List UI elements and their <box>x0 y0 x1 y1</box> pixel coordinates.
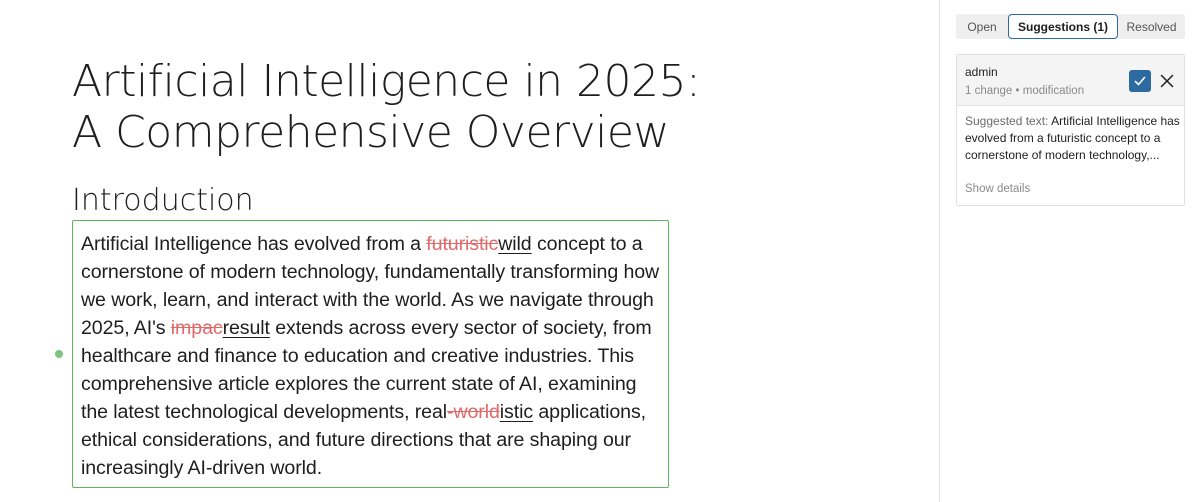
section-heading[interactable]: Introduction <box>72 181 254 221</box>
suggestion-body: Suggested text: Artificial Intelligence … <box>965 113 1180 164</box>
tab-resolved[interactable]: Resolved <box>1118 14 1185 39</box>
suggested-insertion[interactable]: istic <box>500 401 533 423</box>
suggestion-card-header: admin 1 change • modification <box>957 55 1184 106</box>
block-indicator-dot <box>55 350 63 358</box>
title-line-2: A Comprehensive Overview <box>72 107 669 158</box>
text-segment: Artificial Intelligence has evolved from… <box>81 233 427 255</box>
title-line-1: Artificial Intelligence in 2025: <box>72 56 701 107</box>
tab-open[interactable]: Open <box>956 14 1008 39</box>
suggestion-author: admin <box>965 65 998 79</box>
editor-canvas: Artificial Intelligence in 2025: A Compr… <box>0 0 940 502</box>
suggested-deletion[interactable]: -world <box>447 401 500 423</box>
suggestion-meta: 1 change • modification <box>965 85 1085 97</box>
show-details-link[interactable]: Show details <box>965 183 1030 195</box>
accept-suggestion-button[interactable] <box>1129 70 1151 92</box>
document-title[interactable]: Artificial Intelligence in 2025: A Compr… <box>72 56 772 158</box>
suggestion-card[interactable]: admin 1 change • modification Suggested … <box>956 54 1185 206</box>
suggested-insertion[interactable]: result <box>223 317 270 339</box>
suggested-deletion[interactable]: futuristic <box>426 233 498 255</box>
sidebar-tabs: Open Suggestions (1) Resolved <box>956 14 1185 39</box>
suggested-insertion[interactable]: wild <box>498 233 531 255</box>
check-icon <box>1134 76 1146 86</box>
tab-suggestions[interactable]: Suggestions (1) <box>1008 14 1118 39</box>
close-icon <box>1160 74 1174 88</box>
reject-suggestion-button[interactable] <box>1156 70 1178 92</box>
suggested-deletion[interactable]: impac <box>171 317 223 339</box>
paragraph-text[interactable]: Artificial Intelligence has evolved from… <box>81 230 660 482</box>
suggestions-sidebar: Open Suggestions (1) Resolved admin 1 ch… <box>939 0 1200 502</box>
selected-paragraph-block[interactable]: Artificial Intelligence has evolved from… <box>72 220 669 488</box>
suggested-text-label: Suggested text: <box>965 114 1052 128</box>
